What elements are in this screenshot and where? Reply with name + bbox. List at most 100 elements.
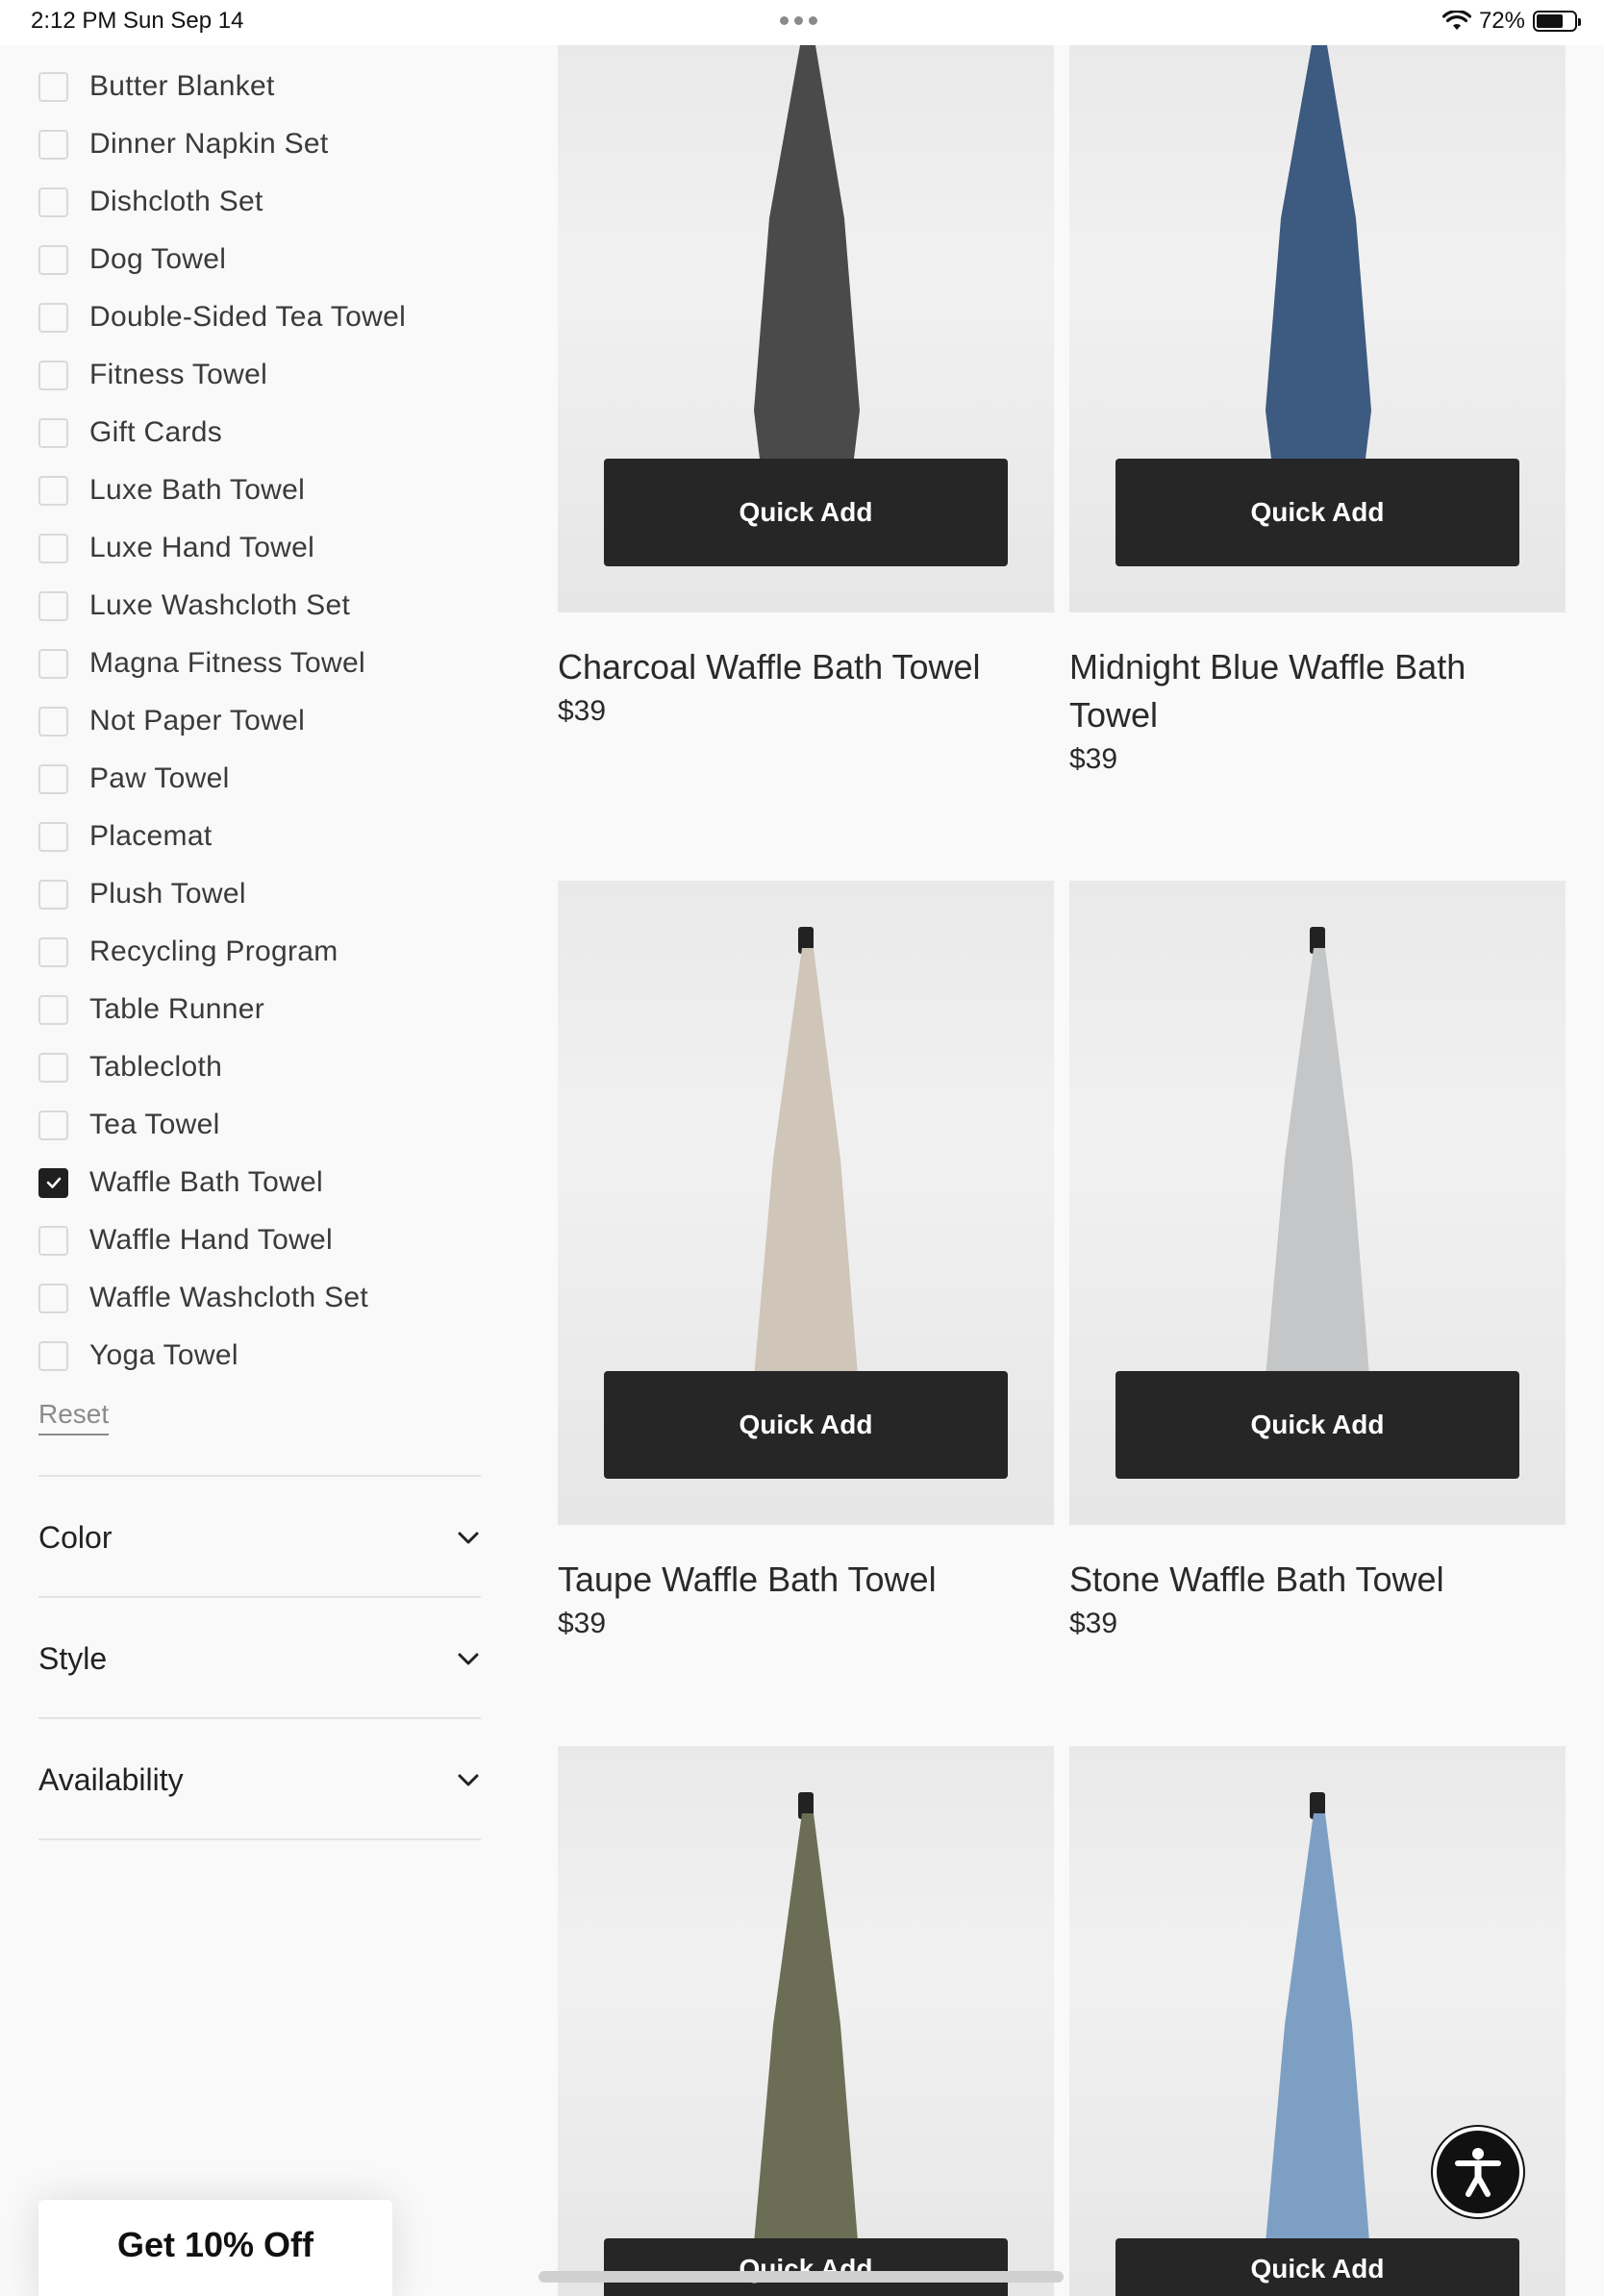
multitasking-dots-icon[interactable] (780, 16, 817, 25)
product-price: $39 (1069, 743, 1118, 775)
filter-option[interactable]: Table Runner (38, 981, 481, 1038)
filter-option-label: Tea Towel (89, 1109, 220, 1140)
reset-filters-link[interactable]: Reset (38, 1399, 110, 1435)
checkbox[interactable] (38, 417, 68, 448)
checkbox[interactable] (38, 302, 68, 333)
promo-label: Get 10% Off (116, 2225, 314, 2264)
product-image[interactable]: Quick Add (558, 1746, 1054, 2296)
checkbox[interactable] (38, 763, 68, 794)
filter-option-label: Placemat (89, 820, 213, 852)
battery-icon (1533, 11, 1581, 32)
checkbox[interactable] (38, 994, 68, 1025)
filter-option[interactable]: Placemat (38, 808, 481, 865)
checkmark-icon (46, 1177, 61, 1188)
filter-option-label: Magna Fitness Towel (89, 647, 365, 679)
checkbox[interactable] (38, 936, 68, 967)
product-card[interactable]: Quick Add Charcoal Waffle Bath Towel $39 (558, 45, 1054, 728)
availability-filter-accordion[interactable]: Availability (38, 1717, 481, 1840)
product-name[interactable]: Taupe Waffle Bath Towel (558, 1556, 1054, 1604)
filter-option-label: Luxe Washcloth Set (89, 589, 351, 621)
product-card[interactable]: Quick Add (558, 1746, 1054, 2296)
checkbox[interactable] (38, 590, 68, 621)
filter-option[interactable]: Dog Towel (38, 231, 481, 288)
filter-option[interactable]: Plush Towel (38, 865, 481, 923)
quick-add-button[interactable]: Quick Add (1115, 2238, 1519, 2296)
accessibility-button[interactable] (1433, 2127, 1523, 2217)
filter-option[interactable]: Yoga Towel (38, 1327, 481, 1385)
battery-percent: 72% (1478, 8, 1525, 34)
checkbox[interactable] (38, 187, 68, 217)
filter-option[interactable]: Paw Towel (38, 750, 481, 808)
product-image[interactable]: Quick Add (1069, 45, 1566, 612)
product-card[interactable]: Quick Add Taupe Waffle Bath Towel $39 (558, 881, 1054, 1640)
filter-option-label: Plush Towel (89, 878, 246, 910)
status-time: 2:12 PM Sun Sep 14 (31, 8, 244, 34)
checkbox[interactable] (38, 129, 68, 160)
filter-option[interactable]: Butter Blanket (38, 58, 481, 115)
checkbox[interactable] (38, 1225, 68, 1256)
filter-option[interactable]: Tablecloth (38, 1038, 481, 1096)
wifi-icon (1441, 11, 1471, 30)
filter-option[interactable]: Magna Fitness Towel (38, 635, 481, 692)
home-indicator[interactable] (539, 2271, 1064, 2283)
color-filter-accordion[interactable]: Color (38, 1475, 481, 1598)
product-name[interactable]: Charcoal Waffle Bath Towel (558, 643, 1054, 691)
quick-add-button[interactable]: Quick Add (1115, 1371, 1519, 1479)
filter-option-label: Waffle Washcloth Set (89, 1282, 369, 1313)
product-image[interactable]: Quick Add (1069, 881, 1566, 1525)
filter-option[interactable]: Recycling Program (38, 923, 481, 981)
towel-image (1266, 45, 1371, 459)
checkbox[interactable] (38, 475, 68, 506)
checkbox[interactable] (38, 244, 68, 275)
product-price: $39 (558, 1608, 607, 1639)
quick-add-button[interactable]: Quick Add (1115, 459, 1519, 566)
filter-option[interactable]: Double-Sided Tea Towel (38, 288, 481, 346)
filter-option-label: Dishcloth Set (89, 186, 263, 217)
filter-option[interactable]: Fitness Towel (38, 346, 481, 404)
discount-promo-button[interactable]: Get 10% Off (38, 2200, 392, 2296)
product-card[interactable]: Quick Add Stone Waffle Bath Towel $39 (1069, 881, 1566, 1640)
filter-option[interactable]: Dinner Napkin Set (38, 115, 481, 173)
checkbox-checked[interactable] (38, 1167, 68, 1198)
checkbox[interactable] (38, 1340, 68, 1371)
filter-option-label: Fitness Towel (89, 359, 268, 390)
filter-option[interactable]: Waffle Washcloth Set (38, 1269, 481, 1327)
filter-option[interactable]: Dishcloth Set (38, 173, 481, 231)
checkbox[interactable] (38, 879, 68, 910)
filter-option[interactable]: Tea Towel (38, 1096, 481, 1154)
filter-option[interactable]: Waffle Hand Towel (38, 1211, 481, 1269)
filter-option-label: Double-Sided Tea Towel (89, 301, 407, 333)
checkbox[interactable] (38, 1283, 68, 1313)
checkbox[interactable] (38, 1110, 68, 1140)
checkbox[interactable] (38, 648, 68, 679)
filter-option[interactable]: Gift Cards (38, 404, 481, 462)
filter-option[interactable]: Luxe Bath Towel (38, 462, 481, 519)
checkbox[interactable] (38, 1052, 68, 1083)
quick-add-button[interactable]: Quick Add (604, 459, 1008, 566)
filter-option-label: Luxe Bath Towel (89, 474, 306, 506)
quick-add-button[interactable]: Quick Add (604, 2238, 1008, 2296)
towel-image (1264, 1813, 1371, 2296)
divider (38, 1838, 481, 1840)
checkbox[interactable] (38, 533, 68, 563)
product-image[interactable]: Quick Add (558, 45, 1054, 612)
product-price: $39 (1069, 1608, 1118, 1639)
product-name[interactable]: Midnight Blue Waffle Bath Towel (1069, 643, 1512, 739)
product-name[interactable]: Stone Waffle Bath Towel (1069, 1556, 1566, 1604)
style-filter-accordion[interactable]: Style (38, 1596, 481, 1719)
filter-option[interactable]: Luxe Washcloth Set (38, 577, 481, 635)
filter-option[interactable]: Luxe Hand Towel (38, 519, 481, 577)
chevron-down-icon (456, 1767, 481, 1792)
filter-option[interactable]: Not Paper Towel (38, 692, 481, 750)
product-card[interactable]: Quick Add Midnight Blue Waffle Bath Towe… (1069, 45, 1566, 776)
product-image[interactable]: Quick Add (558, 881, 1054, 1525)
checkbox[interactable] (38, 821, 68, 852)
filter-option[interactable]: Waffle Bath Towel (38, 1154, 481, 1211)
filter-option-label: Tablecloth (89, 1051, 223, 1083)
towel-image (752, 1813, 860, 2296)
filter-option-label: Waffle Hand Towel (89, 1224, 334, 1256)
checkbox[interactable] (38, 360, 68, 390)
quick-add-button[interactable]: Quick Add (604, 1371, 1008, 1479)
checkbox[interactable] (38, 71, 68, 102)
checkbox[interactable] (38, 706, 68, 736)
